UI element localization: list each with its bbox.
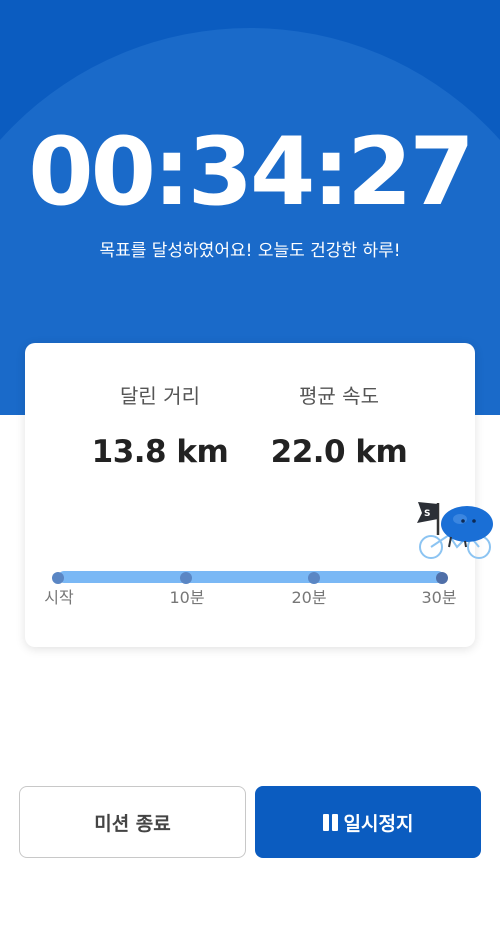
end-mission-label: 미션 종료: [94, 812, 171, 835]
bike-mascot-icon: S: [417, 502, 493, 559]
tick-20: 20분: [291, 588, 327, 607]
pause-icon: [322, 813, 338, 831]
pause-button[interactable]: 일시정지: [255, 786, 481, 858]
pause-label: 일시정지: [343, 812, 414, 835]
flag-letter: S: [424, 509, 430, 519]
progress-marker-10: [180, 572, 192, 584]
progress-track: [58, 571, 444, 583]
distance-value: 13.8 km: [91, 434, 229, 470]
speed-stat: 평균 속도 22.0 km: [239, 383, 439, 472]
progress-marker-start: [52, 572, 64, 584]
speed-value: 22.0 km: [270, 434, 408, 470]
flag-icon: S: [417, 502, 440, 535]
progress-marker-20: [308, 572, 320, 584]
progress-marker-30: [436, 572, 448, 584]
tick-30: 30분: [421, 588, 457, 607]
speed-label: 평균 속도: [299, 384, 379, 408]
stats-card: 달린 거리 13.8 km 평균 속도 22.0 km S 시작 10분 20분: [25, 343, 493, 647]
end-mission-button[interactable]: 미션 종료: [19, 786, 246, 858]
tick-10: 10분: [169, 588, 205, 607]
goal-message: 목표를 달성하였어요! 오늘도 건강한 하루!: [99, 241, 401, 261]
distance-stat: 달린 거리 13.8 km: [60, 383, 260, 472]
elapsed-timer: 00:34:27: [28, 118, 475, 227]
tick-start: 시작: [44, 588, 74, 607]
distance-label: 달린 거리: [120, 384, 200, 408]
